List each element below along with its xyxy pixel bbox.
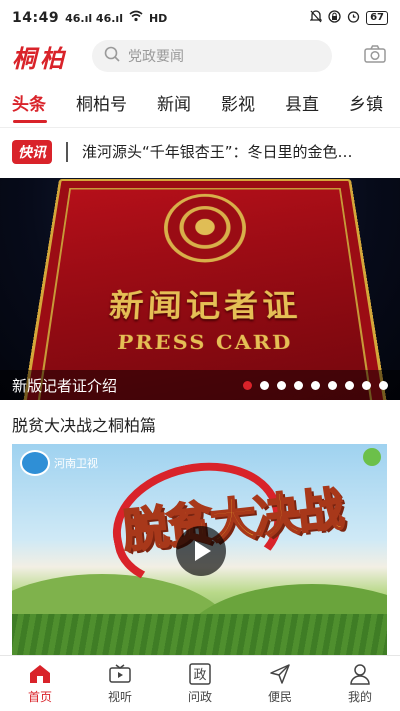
carousel-dot[interactable] bbox=[277, 380, 286, 390]
banner-carousel[interactable]: 新闻记者证 PRESS CARD 新版记者证介绍 bbox=[0, 178, 400, 400]
banner-caption: 新版记者证介绍 bbox=[12, 376, 118, 395]
wifi-icon bbox=[129, 10, 143, 26]
carousel-dot[interactable] bbox=[294, 380, 303, 390]
carousel-dot[interactable] bbox=[379, 380, 388, 390]
nav-mine-label: 我的 bbox=[347, 690, 372, 704]
tv-icon bbox=[108, 662, 132, 686]
active-tab-indicator bbox=[13, 120, 47, 123]
video-thumbnail[interactable]: 脱贫大决战 河南卫视 bbox=[12, 444, 387, 656]
app-header: 桐柏 党政要闻 bbox=[0, 36, 400, 76]
send-icon bbox=[268, 662, 292, 686]
nav-mine[interactable]: 我的 bbox=[320, 656, 400, 711]
carousel-dot[interactable] bbox=[328, 380, 337, 390]
camera-icon bbox=[364, 45, 386, 67]
search-placeholder: 党政要闻 bbox=[128, 49, 184, 65]
press-card-image: 新闻记者证 PRESS CARD bbox=[15, 178, 395, 400]
tab-towns[interactable]: 乡镇 bbox=[349, 90, 383, 115]
search-icon bbox=[104, 46, 120, 66]
flash-badge: 快讯 bbox=[12, 139, 52, 164]
channel-logo-icon bbox=[20, 450, 50, 476]
corner-logo-icon bbox=[363, 448, 381, 466]
zheng-icon: 政 bbox=[188, 662, 212, 686]
tab-tongbai-hao[interactable]: 桐柏号 bbox=[76, 90, 127, 115]
lock-icon bbox=[328, 10, 341, 26]
nav-av-label: 视听 bbox=[107, 690, 132, 704]
nav-bianmin-label: 便民 bbox=[267, 690, 292, 704]
nav-av[interactable]: 视听 bbox=[80, 656, 160, 711]
tab-county[interactable]: 县直 bbox=[285, 90, 319, 115]
tab-news[interactable]: 新闻 bbox=[157, 90, 191, 115]
status-time: 14:49 bbox=[12, 10, 60, 26]
nav-bianmin[interactable]: 便民 bbox=[240, 656, 320, 711]
camera-button[interactable] bbox=[362, 43, 388, 69]
play-button[interactable] bbox=[176, 526, 226, 576]
home-icon bbox=[28, 662, 52, 686]
carousel-dot[interactable] bbox=[345, 380, 354, 390]
search-bar[interactable]: 党政要闻 bbox=[92, 40, 332, 72]
user-icon bbox=[348, 662, 372, 686]
signal-icon: 46.ıl 46.ıl bbox=[65, 11, 123, 25]
bottom-nav: 首页 视听 政 问政 便民 我的 bbox=[0, 655, 400, 711]
national-emblem-icon bbox=[162, 193, 248, 263]
carousel-dot[interactable] bbox=[362, 380, 371, 390]
flash-headline: 淮河源头“千年银杏王”：冬日里的金色… bbox=[82, 143, 353, 161]
svg-text:政: 政 bbox=[193, 668, 206, 683]
cert-title: 新闻记者证 bbox=[107, 288, 303, 325]
divider bbox=[66, 141, 68, 162]
nav-wenzheng[interactable]: 政 问政 bbox=[160, 656, 240, 711]
app-logo: 桐柏 bbox=[12, 43, 68, 73]
carousel-dots bbox=[243, 380, 388, 390]
hd-indicator: HD bbox=[148, 11, 168, 25]
channel-tabs: 头条 桐柏号 新闻 影视 县直 乡镇 视频 bbox=[0, 84, 400, 120]
nav-home-label: 首页 bbox=[27, 690, 52, 704]
nav-wenzheng-label: 问政 bbox=[187, 690, 212, 704]
carousel-dot[interactable] bbox=[243, 380, 252, 390]
flash-news[interactable]: 快讯 淮河源头“千年银杏王”：冬日里的金色… bbox=[0, 127, 400, 175]
nav-home[interactable]: 首页 bbox=[0, 656, 80, 711]
channel-name: 河南卫视 bbox=[54, 457, 98, 470]
field-shape bbox=[12, 614, 387, 656]
carousel-dot[interactable] bbox=[311, 380, 320, 390]
tab-headlines[interactable]: 头条 bbox=[12, 90, 46, 115]
banner-caption-bar: 新版记者证介绍 bbox=[0, 370, 400, 400]
channel-badge: 河南卫视 bbox=[20, 450, 98, 476]
tab-film[interactable]: 影视 bbox=[221, 90, 255, 115]
cert-subtitle: PRESS CARD bbox=[116, 330, 294, 354]
battery-indicator: 67 bbox=[366, 11, 388, 25]
carousel-dot[interactable] bbox=[260, 380, 269, 390]
alarm-icon bbox=[347, 10, 360, 26]
mute-icon bbox=[309, 10, 323, 26]
status-bar: 14:49 46.ıl 46.ıl HD 67 bbox=[0, 0, 400, 36]
section-title[interactable]: 脱贫大决战之桐柏篇 bbox=[12, 412, 156, 436]
